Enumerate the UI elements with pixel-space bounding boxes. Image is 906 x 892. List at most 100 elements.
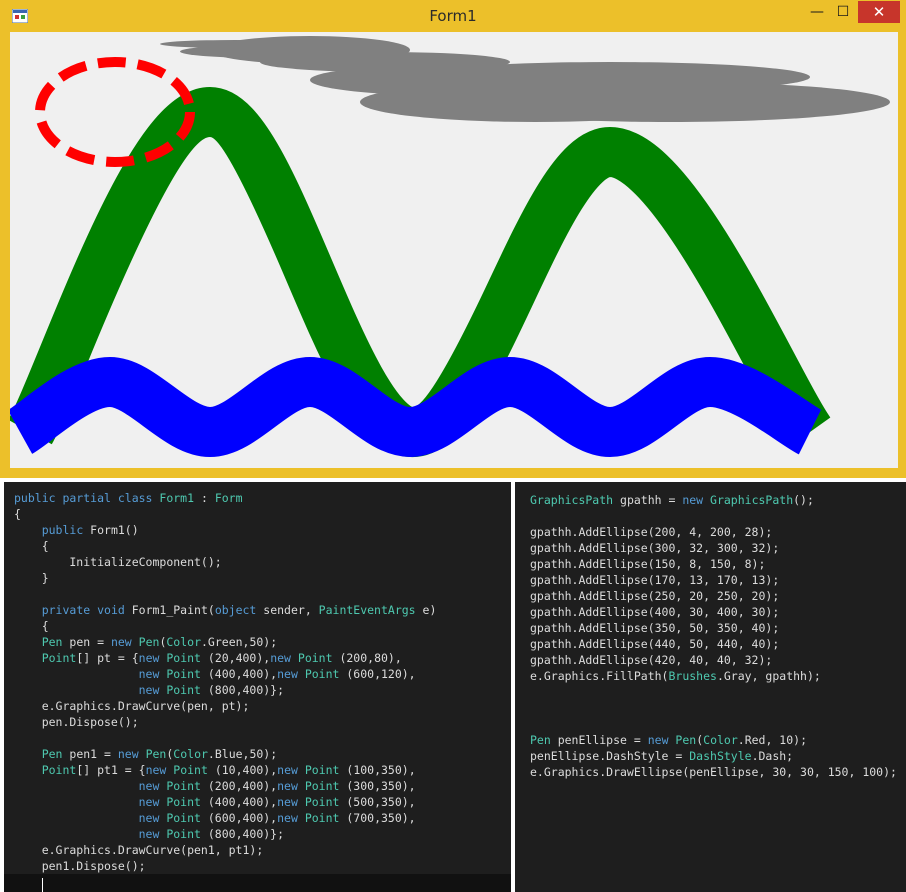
code-token: gpathh.AddEllipse(250, 20, 250, 20); <box>530 589 780 603</box>
code-line: InitializeComponent(); <box>14 554 222 570</box>
code-line: Point[] pt = {new Point (20,400),new Poi… <box>14 650 402 666</box>
code-token: penEllipse = <box>557 733 648 747</box>
code-token: .Dash; <box>751 749 794 763</box>
code-token: gpathh.AddEllipse(350, 50, 350, 40); <box>530 621 780 635</box>
code-token: new <box>117 747 146 761</box>
code-token: object <box>214 603 264 617</box>
code-token: Color <box>166 635 201 649</box>
code-token: (700,350), <box>346 811 416 825</box>
code-token: pen1 = <box>69 747 118 761</box>
code-token: (300,350), <box>346 779 416 793</box>
code-token: new <box>145 763 174 777</box>
code-editor-right[interactable]: GraphicsPath gpathh = new GraphicsPath()… <box>515 482 906 892</box>
code-line: new Point (800,400)}; <box>14 826 284 842</box>
code-token: (10,400), <box>214 763 278 777</box>
code-token: Brushes <box>668 669 717 683</box>
minimize-button[interactable]: — <box>806 1 828 23</box>
code-token: Point <box>304 779 347 793</box>
code-token: (800,400)}; <box>207 827 285 841</box>
code-token: Point <box>297 651 340 665</box>
close-button[interactable]: ✕ <box>858 1 900 23</box>
code-token: public <box>41 523 91 537</box>
code-line: e.Graphics.FillPath(Brushes.Gray, gpathh… <box>530 668 821 684</box>
maximize-button[interactable]: ☐ <box>832 1 854 23</box>
gray-ellipse <box>430 72 470 104</box>
code-token: pen = <box>69 635 111 649</box>
code-token: PaintEventArgs <box>318 603 423 617</box>
code-token: GraphicsPath <box>710 493 794 507</box>
code-token: penEllipse.DashStyle = <box>530 749 690 763</box>
code-token: (200,80), <box>339 651 402 665</box>
code-token: .Green,50); <box>201 635 278 649</box>
code-token: Point <box>41 651 77 665</box>
code-token: .Blue,50); <box>207 747 278 761</box>
code-line: pen.Dispose(); <box>14 714 139 730</box>
code-token: (500,350), <box>346 795 416 809</box>
code-line: Pen pen = new Pen(Color.Green,50); <box>14 634 277 650</box>
code-token: e.Graphics.DrawEllipse(penEllipse, 30, 3… <box>530 765 897 779</box>
code-line: pen1.Dispose(); <box>14 858 146 874</box>
code-token: gpathh.AddEllipse(300, 32, 300, 32); <box>530 541 780 555</box>
code-token: (400,400), <box>207 667 278 681</box>
code-line: Point[] pt1 = {new Point (10,400),new Po… <box>14 762 416 778</box>
gray-ellipse <box>450 82 890 122</box>
code-token: new <box>277 795 305 809</box>
code-line: gpathh.AddEllipse(300, 32, 300, 32); <box>530 540 779 556</box>
code-line: gpathh.AddEllipse(400, 30, 400, 30); <box>530 604 779 620</box>
minimize-icon: — <box>810 4 824 20</box>
code-token: (100,350), <box>346 763 416 777</box>
code-token: Pen <box>138 635 160 649</box>
code-token: new <box>138 827 167 841</box>
code-token: new <box>138 795 167 809</box>
code-token: e.Graphics.DrawCurve(pen, pt); <box>14 699 250 713</box>
code-token: gpathh.AddEllipse(440, 50, 440, 40); <box>530 637 780 651</box>
code-line: gpathh.AddEllipse(350, 50, 350, 40); <box>530 620 779 636</box>
form-client-area <box>10 32 898 468</box>
code-token: new <box>277 763 305 777</box>
code-token: (20,400), <box>207 651 271 665</box>
code-token: private void <box>41 603 132 617</box>
code-token: gpathh = <box>620 493 683 507</box>
code-line: new Point (400,400),new Point (600,120), <box>14 666 416 682</box>
code-token: Pen <box>41 635 70 649</box>
code-token: DashStyle <box>689 749 752 763</box>
code-token: Point <box>166 667 208 681</box>
code-token: gpathh.AddEllipse(150, 8, 150, 8); <box>530 557 766 571</box>
code-token: Point <box>166 827 208 841</box>
code-line: gpathh.AddEllipse(150, 8, 150, 8); <box>530 556 765 572</box>
code-line: e.Graphics.DrawCurve(pen1, pt1); <box>14 842 264 858</box>
code-token: InitializeComponent(); <box>14 555 222 569</box>
code-token: gpathh.AddEllipse(400, 30, 400, 30); <box>530 605 780 619</box>
code-token: Point <box>304 667 347 681</box>
code-editor-left[interactable]: public partial class Form1 : Form{ publi… <box>4 482 511 892</box>
code-line: GraphicsPath gpathh = new GraphicsPath()… <box>530 492 814 508</box>
code-token: GraphicsPath <box>530 493 621 507</box>
code-token: Point <box>166 651 208 665</box>
code-token: Pen <box>145 747 167 761</box>
code-line: { <box>14 618 49 634</box>
code-token: e) <box>422 603 437 617</box>
code-token: Point <box>304 795 347 809</box>
code-token: pen.Dispose(); <box>14 715 139 729</box>
code-line: new Point (400,400),new Point (500,350), <box>14 794 416 810</box>
code-line: gpathh.AddEllipse(420, 40, 40, 32); <box>530 652 772 668</box>
code-token: gpathh.AddEllipse(200, 4, 200, 28); <box>530 525 773 539</box>
code-token: [] pt = { <box>76 651 139 665</box>
code-token: e.Graphics.DrawCurve(pen1, pt1); <box>14 843 264 857</box>
close-icon: ✕ <box>872 3 886 21</box>
code-token: Point <box>41 763 77 777</box>
code-token: new <box>138 811 167 825</box>
paint-canvas <box>10 36 890 457</box>
code-token: new <box>277 779 305 793</box>
code-token: new <box>110 635 139 649</box>
code-token: new <box>138 683 167 697</box>
title-bar[interactable]: Form1 — ☐ ✕ <box>0 0 906 30</box>
